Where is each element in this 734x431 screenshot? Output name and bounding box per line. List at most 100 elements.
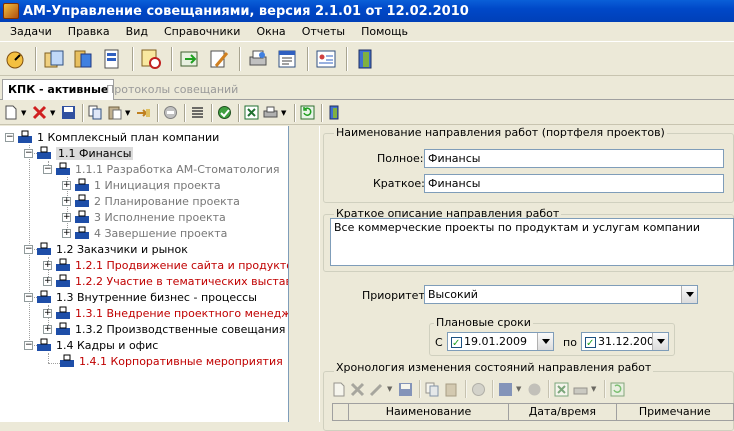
history-grid-header: Наименование Дата/время Примечание xyxy=(332,403,734,421)
expand-icon[interactable]: + xyxy=(43,276,52,286)
list-icon[interactable] xyxy=(189,104,206,122)
collapse-icon[interactable]: − xyxy=(24,340,33,350)
expand-icon[interactable]: + xyxy=(43,260,52,270)
tree-node-completion[interactable]: + 4 Завершение проекта xyxy=(62,225,227,241)
project-tree[interactable]: − 1 Комплексный план компании − 1.1 Фина… xyxy=(0,126,289,422)
priority-select[interactable]: Высокий xyxy=(424,285,698,304)
printer-icon[interactable] xyxy=(572,380,589,398)
col-date-header[interactable]: Дата/время xyxy=(509,404,617,420)
tree-node-execution[interactable]: + 3 Исполнение проекта xyxy=(62,209,226,225)
menu-edit[interactable]: Правка xyxy=(60,22,118,42)
expand-icon[interactable]: + xyxy=(43,324,52,334)
tab-active-kpk[interactable]: КПК - активные xyxy=(2,79,115,100)
save-dropdown-icon[interactable]: ▼ xyxy=(516,385,523,393)
full-name-input[interactable]: Финансы xyxy=(424,149,724,168)
date-from-checkbox[interactable] xyxy=(451,335,462,350)
print-dropdown-icon[interactable]: ▼ xyxy=(281,109,288,117)
col-name-header[interactable]: Наименование xyxy=(349,404,510,420)
close-panel-icon[interactable] xyxy=(326,104,343,122)
menu-view[interactable]: Вид xyxy=(118,22,156,42)
status-icon[interactable] xyxy=(216,104,233,122)
exit-icon[interactable] xyxy=(352,46,378,72)
report-icon[interactable] xyxy=(274,46,300,72)
excel-icon[interactable] xyxy=(243,104,260,122)
tab-meeting-protocols[interactable]: Протоколы совещаний xyxy=(102,81,242,99)
menu-reports[interactable]: Отчеты xyxy=(294,22,353,42)
name-group-title: Наименование направления работ (портфеля… xyxy=(334,126,667,139)
delete-icon[interactable] xyxy=(349,380,366,398)
date-from-picker[interactable]: 19.01.2009 xyxy=(447,332,554,351)
collapse-icon[interactable]: − xyxy=(5,132,14,142)
disable-icon[interactable] xyxy=(470,380,487,398)
copy-icon[interactable] xyxy=(424,380,441,398)
printer-icon[interactable] xyxy=(262,104,279,122)
menu-windows[interactable]: Окна xyxy=(248,22,293,42)
delete-dropdown-icon[interactable]: ▼ xyxy=(50,109,57,117)
expand-icon[interactable]: + xyxy=(62,228,71,238)
expand-icon[interactable]: + xyxy=(62,212,71,222)
paste-dropdown-icon[interactable]: ▼ xyxy=(125,109,132,117)
short-name-input[interactable]: Финансы xyxy=(424,174,724,193)
full-name-label: Полное: xyxy=(377,152,424,165)
paste-icon[interactable] xyxy=(106,104,123,122)
tree-node-root[interactable]: − 1 Комплексный план компании xyxy=(5,129,219,145)
refresh-icon[interactable] xyxy=(299,104,316,122)
move-icon[interactable] xyxy=(135,104,152,122)
collapse-icon[interactable]: − xyxy=(24,148,33,158)
new-icon[interactable] xyxy=(2,104,19,122)
tree-node-pm-implementation[interactable]: + 1.3.1 Внедрение проектного менеджмент xyxy=(43,305,288,321)
col-note-header[interactable]: Примечание xyxy=(617,404,733,420)
tree-node-hr-office[interactable]: − 1.4 Кадры и офис xyxy=(24,337,158,353)
edit-dropdown-icon[interactable]: ▼ xyxy=(387,385,394,393)
users-icon[interactable] xyxy=(313,46,339,72)
date-to-picker[interactable]: 31.12.2009 xyxy=(581,332,669,351)
save-as-icon[interactable] xyxy=(497,380,514,398)
collapse-icon[interactable]: − xyxy=(24,244,33,254)
refresh-data-icon[interactable] xyxy=(177,46,203,72)
chevron-down-icon[interactable] xyxy=(652,333,668,350)
dashboard-icon[interactable] xyxy=(2,46,28,72)
date-to-checkbox[interactable] xyxy=(585,335,596,350)
save-icon[interactable] xyxy=(397,380,414,398)
chevron-down-icon[interactable] xyxy=(681,286,697,303)
tree-node-am-stomatology[interactable]: − 1.1.1 Разработка АМ-Стоматология xyxy=(43,161,280,177)
edit-icon[interactable] xyxy=(368,380,385,398)
copy-icon[interactable] xyxy=(87,104,104,122)
status-icon[interactable] xyxy=(526,380,543,398)
tree-node-promotion[interactable]: + 1.2.1 Продвижение сайта и продуктов к xyxy=(43,257,288,273)
chevron-down-icon[interactable] xyxy=(537,333,553,350)
collapse-icon[interactable]: − xyxy=(43,164,52,174)
tree-node-initiation[interactable]: + 1 Инициация проекта xyxy=(62,177,221,193)
tree-node-finance[interactable]: − 1.1 Финансы xyxy=(24,145,134,161)
tree-node-planning[interactable]: + 2 Планирование проекта xyxy=(62,193,240,209)
excel-icon[interactable] xyxy=(553,380,570,398)
new-dropdown-icon[interactable]: ▼ xyxy=(21,109,28,117)
save-icon[interactable] xyxy=(60,104,77,122)
expand-icon[interactable]: + xyxy=(62,180,71,190)
portfolio-icon[interactable] xyxy=(41,46,67,72)
meeting-schedule-icon[interactable] xyxy=(138,46,164,72)
print-dropdown-icon[interactable]: ▼ xyxy=(591,385,598,393)
expand-icon[interactable]: + xyxy=(62,196,71,206)
tree-node-corporate-events[interactable]: 1.4.1 Корпоративные мероприятия xyxy=(59,353,283,369)
expand-icon[interactable]: + xyxy=(43,308,52,318)
disable-icon[interactable] xyxy=(162,104,179,122)
tree-node-business-processes[interactable]: − 1.3 Внутренние бизнес - процессы xyxy=(24,289,257,305)
description-textarea[interactable]: Все коммерческие проекты по продуктам и … xyxy=(330,218,734,266)
menu-tasks[interactable]: Задачи xyxy=(0,22,60,42)
tree-node-customers[interactable]: − 1.2 Заказчики и рынок xyxy=(24,241,188,257)
collapse-icon[interactable]: − xyxy=(24,292,33,302)
paste-icon[interactable] xyxy=(443,380,460,398)
tree-node-exhibitions[interactable]: + 1.2.2 Участие в тематических выставках xyxy=(43,273,288,289)
title-bar[interactable]: АМ-Управление совещаниями, версия 2.1.01… xyxy=(0,0,734,22)
new-icon[interactable] xyxy=(330,380,347,398)
documents-icon[interactable] xyxy=(99,46,125,72)
projects-icon[interactable] xyxy=(70,46,96,72)
print-icon[interactable] xyxy=(245,46,271,72)
refresh-icon[interactable] xyxy=(609,380,626,398)
menu-help[interactable]: Помощь xyxy=(353,22,416,42)
delete-icon[interactable] xyxy=(31,104,48,122)
tree-node-production-meetings[interactable]: + 1.3.2 Производственные совещания xyxy=(43,321,285,337)
menu-references[interactable]: Справочники xyxy=(156,22,248,42)
edit-document-icon[interactable] xyxy=(206,46,232,72)
